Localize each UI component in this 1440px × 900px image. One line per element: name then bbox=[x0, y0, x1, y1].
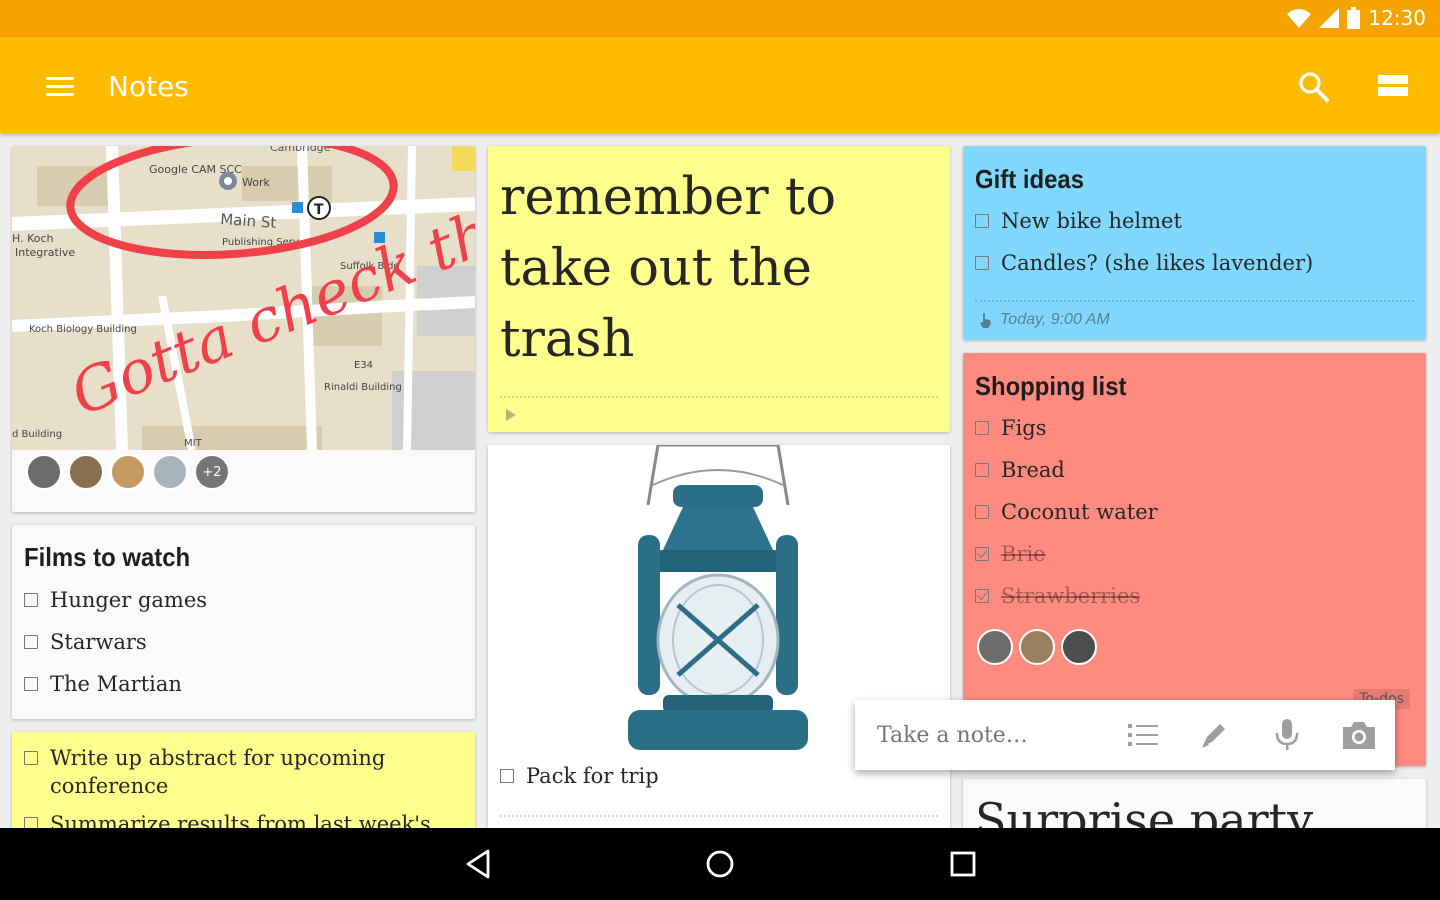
svg-text:T: T bbox=[314, 202, 324, 218]
checkbox-checked[interactable] bbox=[975, 589, 989, 603]
checklist-item[interactable]: Bread bbox=[975, 449, 1415, 491]
avatar bbox=[977, 629, 1013, 665]
checklist-item[interactable]: Figs bbox=[975, 407, 1415, 449]
list-view-icon[interactable] bbox=[1378, 75, 1408, 97]
map-drawing: Cambridge Google CAM SCC Work Main St T … bbox=[12, 146, 475, 450]
checklist-item-checked[interactable]: Brie bbox=[975, 533, 1415, 575]
checkbox[interactable] bbox=[975, 463, 989, 477]
home-icon[interactable] bbox=[705, 849, 735, 879]
divider bbox=[500, 396, 938, 398]
app-bar: Notes bbox=[0, 37, 1440, 133]
checkbox[interactable] bbox=[24, 677, 38, 691]
checkbox[interactable] bbox=[500, 769, 514, 783]
trash-note-card[interactable]: remember to take out the trash bbox=[488, 146, 950, 432]
checkbox[interactable] bbox=[24, 751, 38, 765]
avatar bbox=[110, 454, 146, 490]
checkbox-checked[interactable] bbox=[975, 547, 989, 561]
collaborators[interactable]: +2 bbox=[26, 454, 230, 490]
avatar bbox=[68, 454, 104, 490]
checklist-item[interactable]: Candles? (she likes lavender) bbox=[975, 242, 1415, 284]
status-time: 12:30 bbox=[1368, 6, 1426, 30]
divider bbox=[975, 300, 1414, 302]
recents-icon[interactable] bbox=[950, 851, 976, 877]
svg-text:d Building: d Building bbox=[12, 429, 62, 440]
svg-text:E34: E34 bbox=[354, 360, 373, 371]
checklist-item[interactable]: Starwars bbox=[24, 621, 464, 663]
avatar bbox=[1061, 629, 1097, 665]
checkbox[interactable] bbox=[975, 421, 989, 435]
more-collaborators-badge: +2 bbox=[194, 454, 230, 490]
play-icon[interactable] bbox=[506, 409, 516, 421]
checklist: Figs Bread Coconut water Brie Strawberri… bbox=[975, 407, 1415, 617]
checklist-item[interactable]: The Martian bbox=[24, 663, 464, 705]
checklist: Hunger games Starwars The Martian bbox=[24, 579, 464, 705]
note-title: Films to watch bbox=[24, 542, 191, 572]
back-icon[interactable] bbox=[465, 849, 491, 879]
checklist: Pack for trip bbox=[500, 755, 659, 797]
avatar bbox=[26, 454, 62, 490]
checklist-item[interactable]: Coconut water bbox=[975, 491, 1415, 533]
checkbox[interactable] bbox=[975, 214, 989, 228]
divider bbox=[500, 815, 938, 817]
checklist-item[interactable]: New bike helmet bbox=[975, 200, 1415, 242]
svg-text:Rinaldi Building: Rinaldi Building bbox=[324, 382, 402, 393]
checklist: Write up abstract for upcoming conferenc… bbox=[24, 744, 454, 838]
reminder[interactable]: Today, 9:00 AM bbox=[979, 311, 1110, 329]
svg-text:Work: Work bbox=[242, 176, 270, 189]
avatar bbox=[1019, 629, 1055, 665]
note-body: remember to take out the trash bbox=[500, 168, 837, 369]
take-note-bar[interactable] bbox=[855, 700, 1395, 770]
checklist-item[interactable]: Pack for trip bbox=[500, 755, 659, 797]
checkbox[interactable] bbox=[24, 593, 38, 607]
lantern-note-card[interactable]: Pack for trip bbox=[488, 445, 950, 845]
checkbox[interactable] bbox=[24, 635, 38, 649]
wifi-icon bbox=[1287, 9, 1312, 28]
checkbox[interactable] bbox=[975, 505, 989, 519]
svg-text:H. Koch: H. Koch bbox=[12, 232, 54, 245]
take-note-input[interactable] bbox=[877, 718, 1107, 752]
checklist-item[interactable]: Hunger games bbox=[24, 579, 464, 621]
checklist: New bike helmet Candles? (she likes lave… bbox=[975, 200, 1415, 284]
svg-text:Integrative: Integrative bbox=[15, 246, 75, 259]
navigation-bar bbox=[0, 828, 1440, 900]
films-note-card[interactable]: Films to watch Hunger games Starwars The… bbox=[12, 525, 475, 719]
reminder-hand-icon bbox=[980, 312, 991, 328]
battery-icon bbox=[1347, 7, 1361, 29]
search-icon[interactable] bbox=[1298, 71, 1330, 103]
checklist-item-checked[interactable]: Strawberries bbox=[975, 575, 1415, 617]
collaborators[interactable] bbox=[977, 629, 1097, 665]
avatar bbox=[152, 454, 188, 490]
note-title: Shopping list bbox=[975, 371, 1127, 401]
app-title: Notes bbox=[108, 70, 189, 103]
map-note-card[interactable]: Cambridge Google CAM SCC Work Main St T … bbox=[12, 146, 475, 512]
menu-icon[interactable] bbox=[46, 77, 74, 97]
svg-text:Koch Biology Building: Koch Biology Building bbox=[29, 324, 137, 335]
checklist-item[interactable]: Write up abstract for upcoming conferenc… bbox=[24, 744, 454, 800]
svg-text:MIT: MIT bbox=[184, 438, 203, 449]
checkbox[interactable] bbox=[975, 256, 989, 270]
note-title: Gift ideas bbox=[975, 164, 1085, 194]
status-icons: 12:30 bbox=[1287, 5, 1426, 31]
new-list-icon[interactable] bbox=[1128, 723, 1158, 747]
microphone-icon[interactable] bbox=[1275, 719, 1299, 751]
gift-ideas-card[interactable]: Gift ideas New bike helmet Candles? (she… bbox=[963, 146, 1426, 340]
camera-icon[interactable] bbox=[1343, 721, 1375, 749]
status-bar: 12:30 bbox=[0, 0, 1440, 37]
pen-icon[interactable] bbox=[1199, 720, 1229, 750]
svg-text:Cambridge: Cambridge bbox=[270, 146, 331, 154]
signal-icon bbox=[1319, 8, 1340, 28]
